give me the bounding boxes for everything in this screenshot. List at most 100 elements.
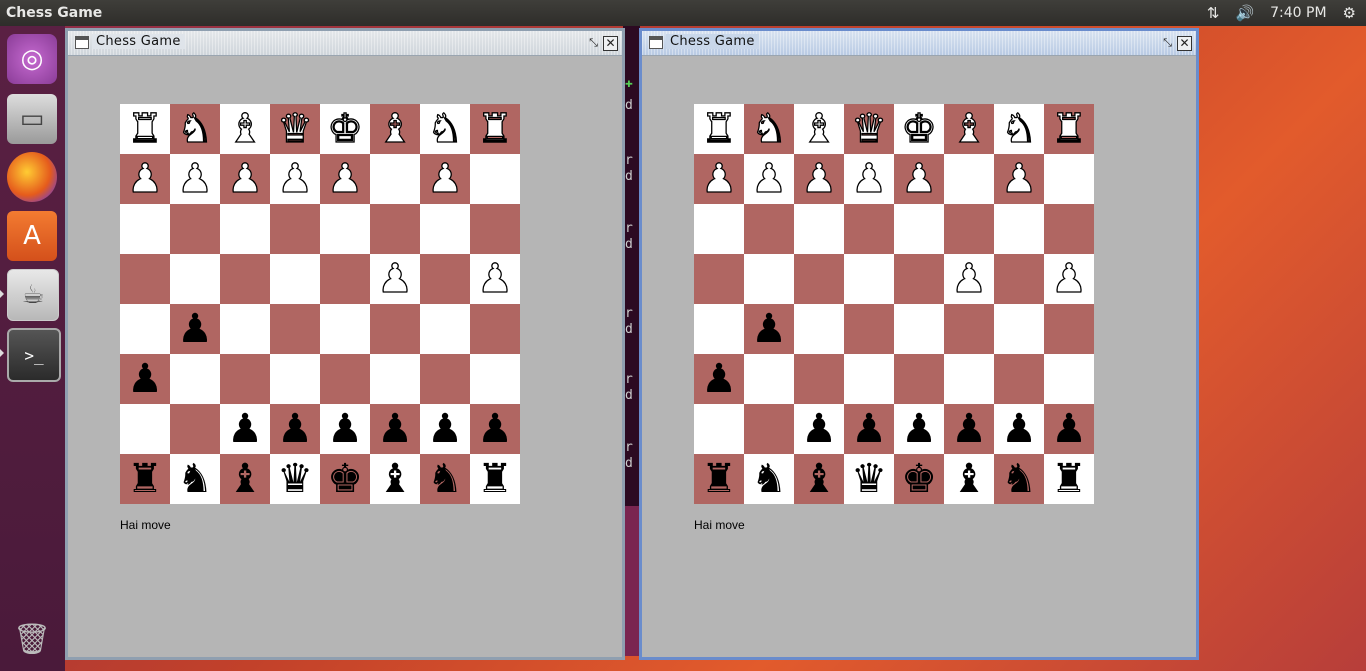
black-pawn-icon[interactable]: ♟: [951, 404, 987, 454]
black-knight-icon[interactable]: ♞: [177, 454, 213, 504]
board-square[interactable]: [120, 254, 170, 304]
white-queen-icon[interactable]: ♛: [850, 104, 887, 154]
white-bishop-icon[interactable]: ♝: [800, 104, 837, 154]
board-square[interactable]: [370, 154, 420, 204]
board-square[interactable]: [944, 354, 994, 404]
board-square[interactable]: [120, 304, 170, 354]
board-square[interactable]: [270, 204, 320, 254]
java-app-icon[interactable]: ☕: [7, 269, 59, 321]
black-pawn-icon[interactable]: ♟: [901, 404, 937, 454]
board-square[interactable]: ♟: [220, 404, 270, 454]
close-icon[interactable]: ✕: [603, 36, 618, 51]
background-terminal[interactable]: ✚ d r d r d r d r d r d: [623, 26, 640, 506]
board-square[interactable]: ♟: [120, 154, 170, 204]
board-square[interactable]: [1044, 304, 1094, 354]
board-square[interactable]: [794, 354, 844, 404]
board-square[interactable]: ♟: [844, 154, 894, 204]
white-pawn-icon[interactable]: ♟: [226, 154, 263, 204]
board-square[interactable]: [844, 354, 894, 404]
black-bishop-icon[interactable]: ♝: [801, 454, 837, 504]
board-square[interactable]: ♞: [994, 454, 1044, 504]
board-square[interactable]: [220, 254, 270, 304]
board-square[interactable]: [944, 304, 994, 354]
board-square[interactable]: [844, 304, 894, 354]
board-square[interactable]: ♛: [270, 104, 320, 154]
board-square[interactable]: ♜: [470, 104, 520, 154]
board-square[interactable]: [694, 304, 744, 354]
white-pawn-icon[interactable]: ♟: [126, 154, 163, 204]
white-pawn-icon[interactable]: ♟: [476, 254, 513, 304]
board-square[interactable]: [1044, 354, 1094, 404]
board-square[interactable]: [894, 304, 944, 354]
board-square[interactable]: ♞: [744, 104, 794, 154]
white-rook-icon[interactable]: ♜: [126, 104, 163, 154]
board-square[interactable]: ♜: [120, 454, 170, 504]
board-square[interactable]: [794, 254, 844, 304]
ubuntu-logo-icon[interactable]: ◎: [7, 34, 57, 84]
black-king-icon[interactable]: ♚: [327, 454, 363, 504]
board-square[interactable]: [794, 204, 844, 254]
board-square[interactable]: ♟: [744, 304, 794, 354]
board-square[interactable]: ♟: [894, 404, 944, 454]
board-square[interactable]: [694, 404, 744, 454]
board-square[interactable]: [270, 304, 320, 354]
board-square[interactable]: [470, 154, 520, 204]
board-square[interactable]: ♛: [844, 104, 894, 154]
board-square[interactable]: ♟: [994, 154, 1044, 204]
black-pawn-icon[interactable]: ♟: [851, 404, 887, 454]
white-pawn-icon[interactable]: ♟: [376, 254, 413, 304]
board-square[interactable]: ♟: [420, 154, 470, 204]
board-square[interactable]: ♟: [694, 354, 744, 404]
board-square[interactable]: ♞: [170, 104, 220, 154]
black-pawn-icon[interactable]: ♟: [477, 404, 513, 454]
white-rook-icon[interactable]: ♜: [700, 104, 737, 154]
board-square[interactable]: [370, 354, 420, 404]
board-square[interactable]: [894, 204, 944, 254]
board-square[interactable]: [220, 304, 270, 354]
board-square[interactable]: [994, 204, 1044, 254]
clock[interactable]: 7:40 PM: [1270, 5, 1326, 21]
white-pawn-icon[interactable]: ♟: [276, 154, 313, 204]
board-square[interactable]: ♟: [270, 404, 320, 454]
black-pawn-icon[interactable]: ♟: [801, 404, 837, 454]
black-knight-icon[interactable]: ♞: [427, 454, 463, 504]
board-square[interactable]: [694, 204, 744, 254]
black-rook-icon[interactable]: ♜: [477, 454, 513, 504]
chess-window-left[interactable]: Chess Game ⤡ ✕ ♜ ♞ ♝ ♛ ♚ ♝ ♞ ♜ ♟ ♟ ♟ ♟ ♟ ♟ ♟ ♟ ♟ ♟ ♟ ♟ ♟ ♟ ♟ ♟ ♜…: [65, 28, 625, 660]
black-pawn-icon[interactable]: ♟: [427, 404, 463, 454]
board-square[interactable]: [120, 404, 170, 454]
restore-icon[interactable]: ⤡: [1161, 36, 1174, 49]
board-square[interactable]: ♟: [744, 154, 794, 204]
board-square[interactable]: ♛: [844, 454, 894, 504]
board-square[interactable]: ♟: [844, 404, 894, 454]
black-bishop-icon[interactable]: ♝: [951, 454, 987, 504]
board-square[interactable]: [220, 204, 270, 254]
board-square[interactable]: [794, 304, 844, 354]
board-square[interactable]: [370, 204, 420, 254]
chess-board[interactable]: ♜ ♞ ♝ ♛ ♚ ♝ ♞ ♜ ♟ ♟ ♟ ♟ ♟ ♟ ♟ ♟ ♟ ♟ ♟ ♟ ♟ ♟ ♟ ♟ ♜ ♞ ♝ ♛ ♚ ♝ ♞ ♜: [120, 104, 520, 504]
board-square[interactable]: [994, 254, 1044, 304]
board-square[interactable]: [170, 354, 220, 404]
network-updown-icon[interactable]: ⇅: [1207, 4, 1220, 22]
board-square[interactable]: ♚: [320, 104, 370, 154]
board-square[interactable]: ♞: [994, 104, 1044, 154]
black-king-icon[interactable]: ♚: [901, 454, 937, 504]
board-square[interactable]: ♞: [744, 454, 794, 504]
board-square[interactable]: ♟: [470, 404, 520, 454]
chess-window-right[interactable]: Chess Game ⤡ ✕ ♜ ♞ ♝ ♛ ♚ ♝ ♞ ♜ ♟ ♟ ♟ ♟ ♟ ♟ ♟ ♟ ♟ ♟ ♟ ♟ ♟ ♟ ♟ ♟ ♜…: [639, 28, 1199, 660]
board-square[interactable]: ♜: [1044, 104, 1094, 154]
board-square[interactable]: ♞: [420, 104, 470, 154]
board-square[interactable]: [1044, 204, 1094, 254]
board-square[interactable]: ♝: [370, 104, 420, 154]
board-square[interactable]: [170, 254, 220, 304]
board-square[interactable]: [370, 304, 420, 354]
window-menu-icon[interactable]: [75, 36, 89, 49]
black-pawn-icon[interactable]: ♟: [127, 354, 163, 404]
black-knight-icon[interactable]: ♞: [751, 454, 787, 504]
white-pawn-icon[interactable]: ♟: [850, 154, 887, 204]
board-square[interactable]: [844, 204, 894, 254]
board-square[interactable]: [420, 204, 470, 254]
white-pawn-icon[interactable]: ♟: [326, 154, 363, 204]
black-queen-icon[interactable]: ♛: [851, 454, 887, 504]
board-square[interactable]: [1044, 154, 1094, 204]
